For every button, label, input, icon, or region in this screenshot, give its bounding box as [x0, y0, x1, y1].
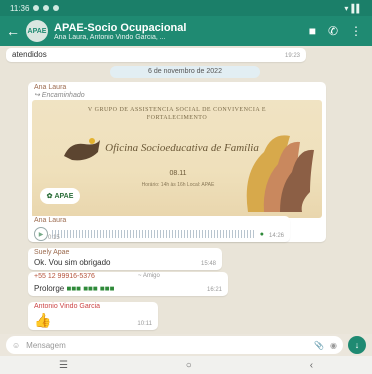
- mic-button[interactable]: ↓: [348, 336, 366, 354]
- message-input-bar: ☺ Mensagem 📎 ◉ ↓: [0, 334, 372, 356]
- sender-name: Ana Laura: [34, 217, 67, 224]
- message-bubble[interactable]: Antonio Vindo Garcia 👍 10:11: [28, 302, 158, 330]
- sender-name: Ana Laura: [34, 84, 67, 91]
- apae-logo-icon: ✿: [46, 193, 53, 200]
- message-time: 16:21: [206, 287, 222, 293]
- date-divider: 6 de novembro de 2022: [110, 66, 260, 78]
- emoji-row: ■■■ ■■■ ■■■: [66, 284, 115, 293]
- back-icon[interactable]: ‹: [310, 360, 313, 371]
- contact-name: ~ Amigo: [138, 273, 160, 279]
- audio-waveform[interactable]: [52, 230, 256, 238]
- emoji-icon[interactable]: ☺: [12, 341, 20, 350]
- recent-apps-icon[interactable]: ☰: [59, 360, 68, 371]
- sender-name: Antonio Vindo Garcia: [34, 303, 101, 310]
- signal-icon: ▾▐ ▌: [344, 3, 362, 13]
- notification-icon: [53, 5, 60, 11]
- group-avatar[interactable]: APAE: [26, 20, 48, 42]
- status-time: 11:36: [10, 3, 30, 13]
- group-title: APAE-Socio Ocupacional: [54, 21, 187, 34]
- menu-icon[interactable]: ⋮: [350, 24, 362, 38]
- home-icon[interactable]: ○: [186, 360, 192, 371]
- mic-icon: ●: [259, 230, 264, 238]
- phone-screen: 11:36 ▾▐ ▌ ← APAE APAE-Socio Ocupacional…: [0, 0, 372, 374]
- thumbs-up-icon: 👍: [34, 312, 52, 328]
- notification-icon: [43, 5, 50, 11]
- video-call-icon[interactable]: ■: [309, 24, 316, 38]
- message-bubble[interactable]: +55 12 99916-5376 ~ Amigo Prolorge ■■■ ■…: [28, 272, 228, 296]
- message-bubble[interactable]: atendidos 19:23: [6, 48, 306, 62]
- message-input[interactable]: ☺ Mensagem 📎 ◉: [6, 336, 343, 354]
- notification-icon: [33, 5, 40, 11]
- audio-message[interactable]: Ana Laura ▶ ● 0:15 14:26: [28, 216, 290, 242]
- sender-name: Suely Apae: [34, 249, 70, 256]
- message-time: 14:26: [268, 233, 284, 239]
- audio-duration: 0:15: [48, 235, 60, 241]
- flyer-date: 08.11: [169, 170, 187, 177]
- message-text: atendidos: [12, 50, 47, 59]
- silhouette-hand-icon: [64, 138, 100, 161]
- play-icon[interactable]: ▶: [34, 227, 48, 241]
- chat-area[interactable]: atendidos 19:23 6 de novembro de 2022 An…: [0, 46, 372, 334]
- message-time: 19:23: [284, 53, 300, 59]
- faces-illustration-icon: [246, 135, 314, 212]
- voice-call-icon[interactable]: ✆: [328, 24, 338, 38]
- message-time: 10:11: [137, 321, 152, 327]
- attach-icon[interactable]: 📎: [314, 341, 324, 350]
- group-title-area[interactable]: APAE-Socio Ocupacional Ana Laura, Antoni…: [54, 22, 309, 41]
- flyer-header: V GRUPO DE ASSISTENCIA SOCIAL DE CONVIVE…: [87, 107, 267, 121]
- back-arrow-icon[interactable]: ←: [6, 23, 20, 39]
- forwarded-label: ↪ Encaminhado: [34, 92, 85, 99]
- status-bar: 11:36 ▾▐ ▌: [0, 0, 372, 16]
- message-text: Prolorge ■■■ ■■■ ■■■: [34, 284, 115, 293]
- apae-logo: ✿ APAE: [40, 188, 80, 204]
- camera-icon[interactable]: ◉: [330, 341, 337, 350]
- message-placeholder[interactable]: Mensagem: [26, 341, 308, 350]
- chat-header: ← APAE APAE-Socio Ocupacional Ana Laura,…: [0, 16, 372, 46]
- group-members: Ana Laura, Antonio Vindo Garcia, ...: [54, 33, 166, 41]
- android-nav-bar: ☰ ○ ‹: [0, 356, 372, 374]
- flyer-info: Horário: 14h às 16h Local: APAE: [141, 182, 215, 188]
- message-time: 15:48: [200, 261, 216, 267]
- flyer-image[interactable]: V GRUPO DE ASSISTENCIA SOCIAL DE CONVIVE…: [32, 100, 322, 218]
- message-text: Ok. Vou sim obrigado: [34, 258, 111, 267]
- message-bubble[interactable]: Suely Apae Ok. Vou sim obrigado 15:48: [28, 248, 222, 270]
- contact-phone[interactable]: +55 12 99916-5376: [34, 273, 95, 280]
